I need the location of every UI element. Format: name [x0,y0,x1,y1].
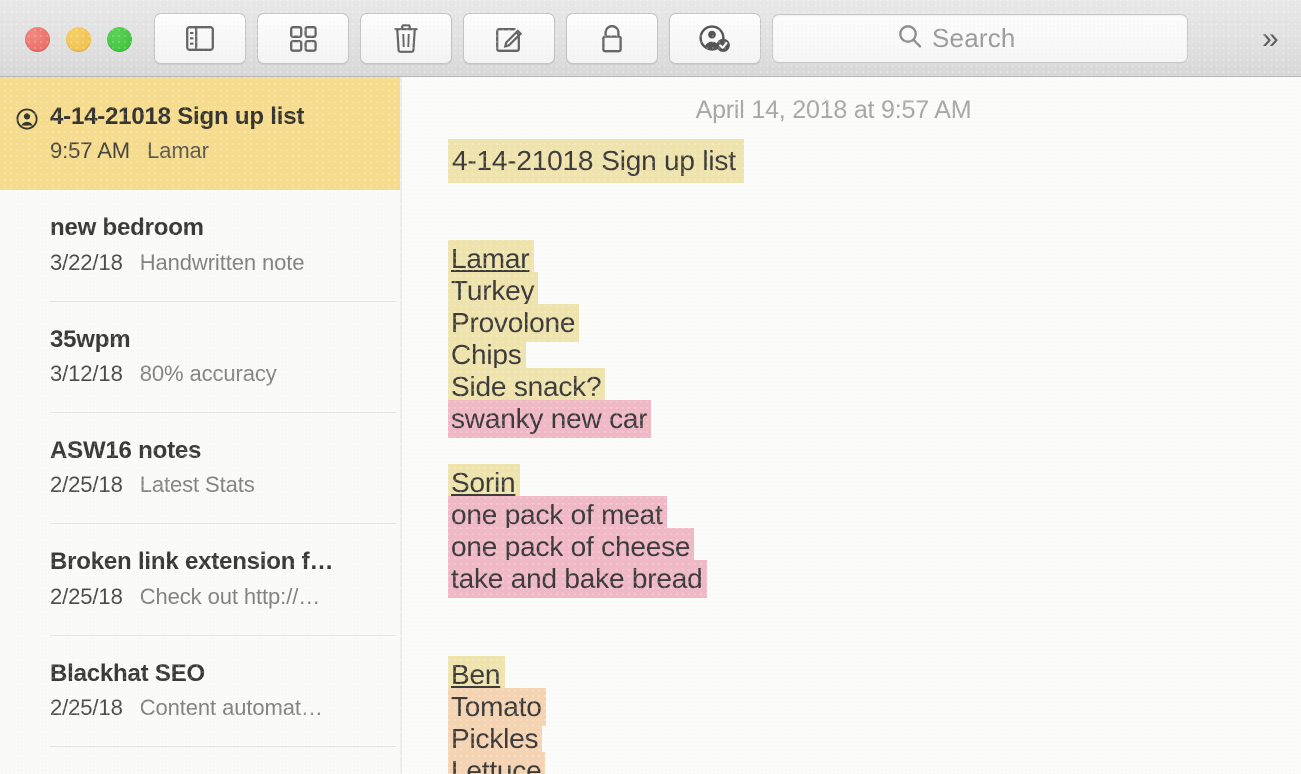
lock-note-button[interactable] [566,13,658,64]
window-controls [25,27,132,52]
toolbar-overflow-button[interactable]: » [1262,24,1279,54]
list-item: Chips [448,336,1301,374]
list-item: take and bake bread [448,560,1301,598]
note-list-item-title: Blackhat SEO [50,659,205,687]
list-item: Lettuce [448,752,1301,774]
list-item: Pickles [448,720,1301,758]
gallery-view-button[interactable] [257,13,349,64]
note-list-item[interactable]: ASW16 notes 2/25/18 Latest Stats [0,413,402,525]
trash-icon [393,24,419,53]
list-item: Provolone [448,304,1301,342]
note-list-item-meta: 9:57 AM Lamar [50,138,376,164]
shared-person-icon [16,108,38,135]
search-icon [898,24,922,53]
note-list-item-date: 3/22/18 [50,249,123,275]
note-list-item-title: new bedroom [50,214,204,242]
note-list-item-snippet: Check out http://… [139,583,321,609]
note-list-item[interactable]: 35wpm 3/12/18 80% accuracy [0,302,402,413]
list-item: Tomato [448,688,1301,726]
window-titlebar: Search » [0,0,1301,77]
maximize-window-button[interactable] [107,27,132,52]
note-heading: 4-14-21018 Sign up list [448,139,1301,185]
list-divider [50,745,396,747]
notes-window: Search » 4-14-21018 Sign up list 9:57 AM… [0,0,1301,774]
lock-icon [600,24,624,53]
sidebar-toggle-button[interactable] [154,13,246,64]
note-list-item-title: Broken link extension f… [50,548,334,576]
note-text[interactable]: 4-14-21018 Sign up list Lamar Turkey Prov… [404,139,1301,774]
block-name: Sorin [448,464,1301,502]
note-list-item-title: 35wpm [50,325,131,353]
block-name: Ben [448,656,1301,694]
note-list-item[interactable]: new bedroom 3/22/18 Handwritten note [0,190,402,302]
note-list-item-snippet: Latest Stats [139,472,255,498]
list-item: one pack of cheese [448,528,1301,566]
list-item: swanky new car [448,400,1301,438]
note-list-item-meta: 2/25/18 Check out http://… [50,584,376,610]
note-list-item-meta: 2/25/18 Content automat… [50,695,376,721]
new-note-button[interactable] [463,13,555,64]
close-window-button[interactable] [25,27,50,52]
note-list[interactable]: 4-14-21018 Sign up list 9:57 AM Lamar ne… [0,77,402,774]
share-note-button[interactable] [669,13,761,64]
note-list-item-snippet: Lamar [147,138,209,164]
note-list-item-title: ASW16 notes [50,436,202,464]
note-list-item[interactable]: Broken link extension f… 2/25/18 Check o… [0,524,402,636]
grid-icon [289,25,317,52]
note-list-item-snippet: Content automat… [139,694,323,720]
note-list-item-date: 2/25/18 [50,694,123,720]
note-list-item-date: 2/25/18 [50,472,123,498]
note-list-item-date: 2/25/18 [50,583,123,609]
delete-note-button[interactable] [360,13,452,64]
minimize-window-button[interactable] [66,27,91,52]
block-name: Lamar [448,240,1301,278]
note-list-item-meta: 3/12/18 80% accuracy [50,361,376,387]
note-timestamp: April 14, 2018 at 9:57 AM [695,96,972,124]
list-item: one pack of meat [448,496,1301,534]
note-list-item-snippet: 80% accuracy [139,360,277,386]
search-input[interactable]: Search [932,23,1016,54]
note-list-item-date: 3/12/18 [50,360,123,386]
note-list-item-meta: 2/25/18 Latest Stats [50,472,376,498]
note-editor[interactable]: April 14, 2018 at 9:57 AM 4-14-21018 Sign… [404,77,1301,774]
note-heading-label: Sign up list [596,139,744,183]
note-list-item-title: 4-14-21018 Sign up list [50,103,305,130]
compose-icon [495,25,523,53]
list-item: Turkey [448,272,1301,310]
note-list-item-meta: 3/22/18 Handwritten note [50,250,376,276]
search-field[interactable]: Search [772,14,1188,63]
sidebar-icon [186,26,214,51]
note-list-item[interactable]: Blackhat SEO 2/25/18 Content automat… [0,636,402,747]
note-list-item-date: 9:57 AM [50,138,131,164]
person-check-icon [699,24,731,53]
note-heading-date: 4-14-21018 [448,139,597,183]
list-item: Side snack? [448,368,1301,406]
note-list-item[interactable]: 4-14-21018 Sign up list 9:57 AM Lamar [0,77,402,191]
toolbar-buttons [154,13,761,64]
note-list-item-snippet: Handwritten note [139,249,305,275]
